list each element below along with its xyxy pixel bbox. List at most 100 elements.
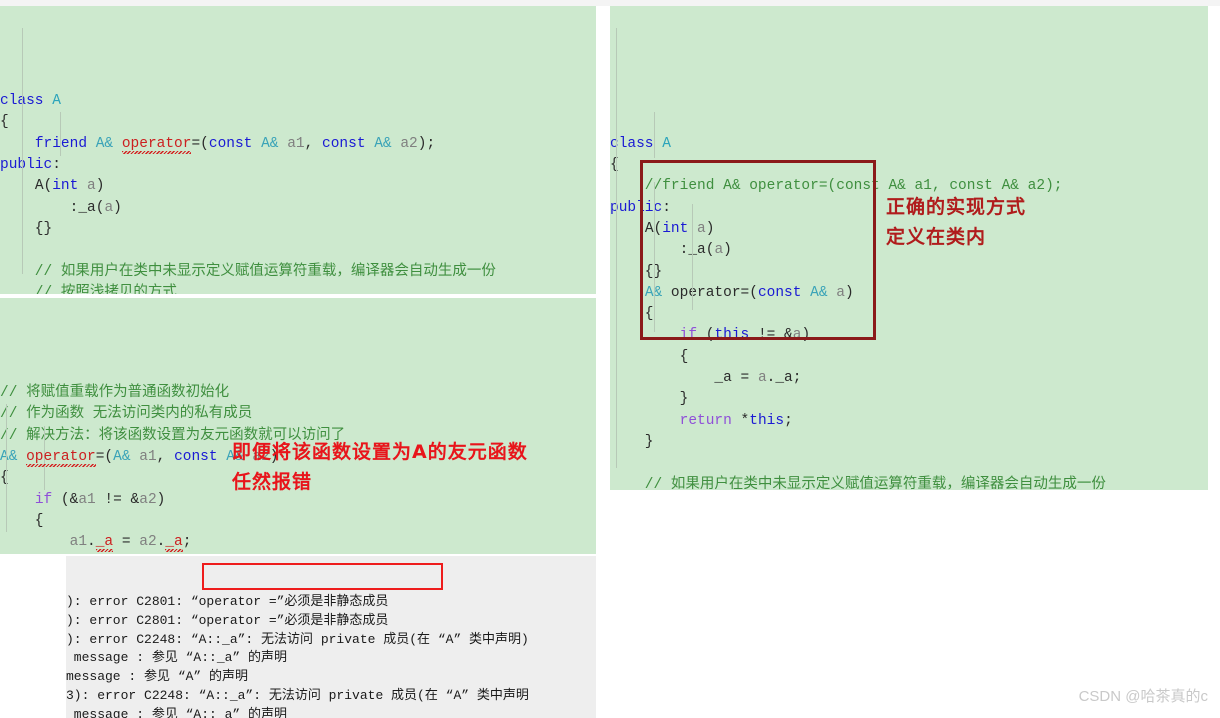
code-line: _a = a._a; — [610, 368, 1208, 389]
code-token: operator — [26, 449, 96, 466]
code-token: a2 — [400, 135, 418, 152]
code-token: // 如果用户在类中未显示定义赋值运算符重载，编译器会自动生成一份 — [610, 476, 1106, 490]
code-token: const — [174, 449, 218, 466]
code-token: // 按照浅拷贝的方式 — [0, 284, 177, 294]
code-token: ) — [156, 491, 166, 508]
code-token: A& — [95, 135, 114, 152]
code-token: _a — [714, 370, 732, 387]
code-token: _a — [165, 534, 183, 551]
code-token: // 作为函数 无法访问类内的私有成员 — [0, 406, 253, 423]
code-token: operator — [121, 135, 192, 152]
code-token: a2 — [139, 491, 157, 508]
code-token: : — [52, 157, 61, 174]
code-token: , — [156, 449, 175, 466]
code-line: // 按照浅拷贝的方式 — [0, 283, 596, 294]
error-line: message : 参见 “A” 的声明 — [66, 669, 249, 685]
code-token: ; — [792, 370, 802, 387]
error-line: ): error C2801: “operator =”必须是非静态成员 — [66, 594, 389, 610]
code-token: // 如果用户在类中未显示定义赋值运算符重载，编译器会自动生成一份 — [0, 263, 496, 280]
code-line: // 将赋值重载作为普通函数初始化 — [0, 383, 596, 404]
code-token: { — [610, 157, 619, 174]
csdn-watermark: CSDN @哈茶真的c — [1078, 688, 1208, 705]
code-token: A& — [0, 449, 18, 466]
code-line: public: — [0, 155, 596, 176]
code-token: // 将赋值重载作为普通函数初始化 — [0, 385, 230, 402]
code-token: =( — [191, 135, 209, 152]
code-token: a2 — [139, 534, 157, 551]
code-panel-left-class[interactable]: class A { friend A& operator=(const A& a1… — [0, 6, 596, 294]
error-line: message : 参见 “A::_a” 的声明 — [66, 650, 288, 666]
code-token: ) — [113, 199, 122, 216]
code-panel-left-function[interactable]: // 将赋值重载作为普通函数初始化// 作为函数 无法访问类内的私有成员// 解… — [0, 298, 596, 554]
code-token: ; — [182, 534, 192, 551]
code-token: this — [749, 412, 785, 429]
code-lines: class A { friend A& operator=(const A& a1… — [0, 91, 596, 294]
code-token: ( — [43, 178, 53, 195]
code-token: public — [0, 157, 53, 174]
code-token: a1 — [69, 534, 88, 551]
code-token: a — [757, 370, 767, 387]
code-line: } — [610, 389, 1208, 410]
annotation-right: 正确的实现方式 定义在类内 — [886, 196, 1027, 248]
code-token: = — [113, 534, 140, 551]
error-line: ): error C2248: “A::_a”: 无法访问 private 成员… — [66, 631, 529, 647]
code-line: // 如果用户在类中未显示定义赋值运算符重载，编译器会自动生成一份 — [610, 475, 1208, 490]
code-line: class A — [0, 91, 596, 112]
code-token: { — [0, 114, 9, 131]
indent-guide — [60, 112, 61, 156]
highlight-box-member-operator — [640, 160, 876, 340]
code-line: { — [0, 511, 596, 532]
code-line: // 如果用户在类中未显示定义赋值运算符重载，编译器会自动生成一份 — [0, 262, 596, 283]
code-line: { — [0, 112, 596, 133]
highlight-box-error-message — [202, 563, 443, 590]
code-line: A(int a) — [0, 176, 596, 197]
code-token: a — [87, 178, 96, 195]
code-token: != & — [95, 491, 140, 508]
code-line: friend A& operator=(const A& a1, const A… — [0, 134, 596, 155]
code-token: _a — [78, 199, 96, 216]
code-token: * — [731, 412, 750, 429]
indent-guide — [616, 28, 617, 468]
code-line: {} — [0, 219, 596, 240]
error-lines: ): error C2801: “operator =”必须是非静态成员 ): e… — [66, 593, 596, 718]
annotation-left: 即便将该函数设置为A的友元函数 任然报错 — [232, 441, 528, 493]
code-line: { — [610, 347, 1208, 368]
code-line: class A — [610, 134, 1208, 155]
code-token: a1 — [78, 491, 96, 508]
code-line: } — [610, 432, 1208, 453]
code-token: if — [34, 491, 53, 508]
code-token: = — [731, 370, 758, 387]
code-token: A& — [374, 135, 392, 152]
error-line: 3): error C2248: “A::_a”: 无法访问 private 成… — [66, 687, 529, 703]
code-token: : — [0, 199, 79, 216]
code-token: const — [322, 135, 366, 152]
code-token: ) — [95, 178, 105, 195]
code-token: return — [679, 412, 732, 429]
code-line: :_a(a) — [0, 198, 596, 219]
code-token: _a — [775, 370, 793, 387]
code-token: int — [52, 178, 79, 195]
screenshot-stage: class A { friend A& operator=(const A& a1… — [0, 0, 1220, 718]
code-token: const — [208, 135, 253, 152]
code-token: a1 — [139, 449, 157, 466]
code-token: A& — [113, 449, 131, 466]
error-line: message : 参见 “A::_a” 的声明 — [66, 706, 288, 718]
code-token: A& — [261, 135, 279, 152]
code-token: ; — [784, 412, 793, 429]
indent-guide — [654, 112, 655, 158]
